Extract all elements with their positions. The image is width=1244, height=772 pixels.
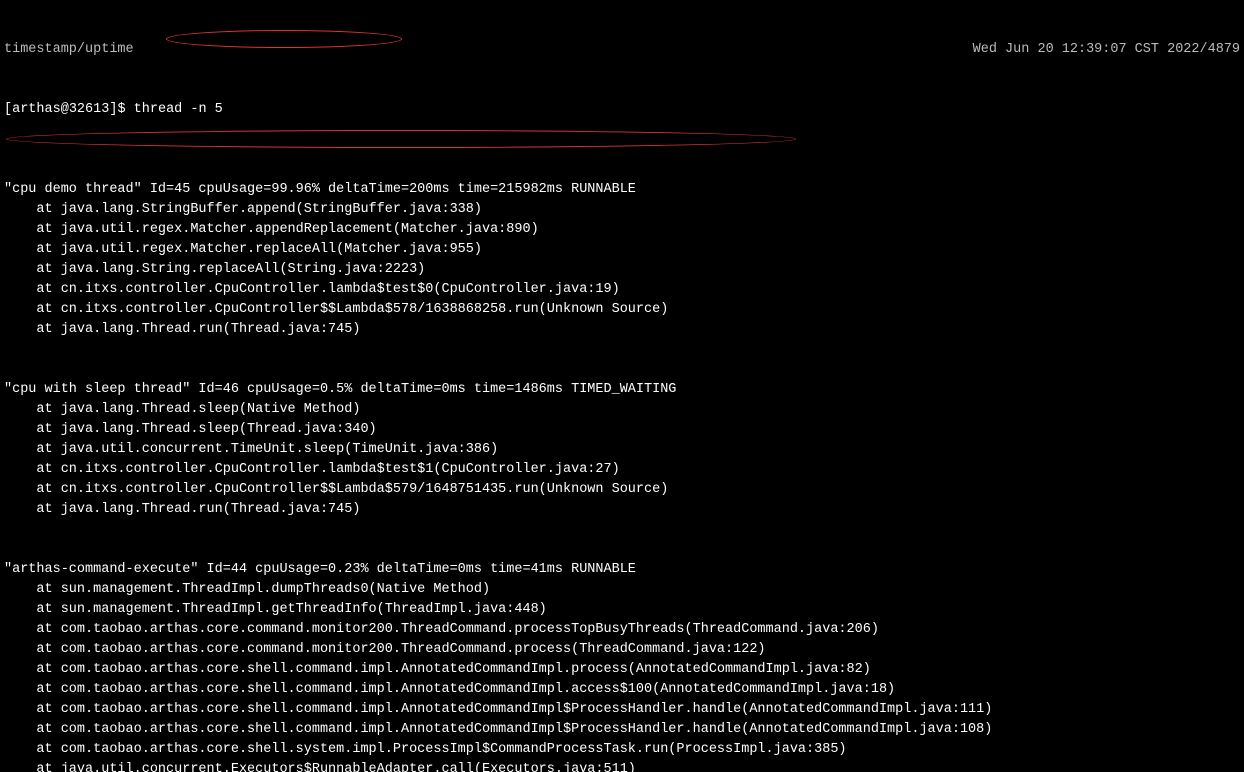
stack-frame: at com.taobao.arthas.core.shell.system.i… (4, 740, 1240, 760)
stack-frame: at java.lang.Thread.run(Thread.java:745) (4, 500, 1240, 520)
stack-frame: at java.util.concurrent.Executors$Runnab… (4, 760, 1240, 772)
stack-frame: at com.taobao.arthas.core.command.monito… (4, 640, 1240, 660)
stack-frame: at java.util.regex.Matcher.replaceAll(Ma… (4, 240, 1240, 260)
prompt-command[interactable]: thread -n 5 (134, 102, 223, 117)
stack-frame: at sun.management.ThreadImpl.dumpThreads… (4, 580, 1240, 600)
stack-frame: at java.util.concurrent.TimeUnit.sleep(T… (4, 440, 1240, 460)
stack-frame: at java.lang.String.replaceAll(String.ja… (4, 260, 1240, 280)
stack-frame: at cn.itxs.controller.CpuController.lamb… (4, 280, 1240, 300)
terminal-output[interactable]: timestamp/uptime Wed Jun 20 12:39:07 CST… (0, 0, 1244, 772)
stack-frame: at com.taobao.arthas.core.shell.command.… (4, 700, 1240, 720)
thread-header: "arthas-command-execute" Id=44 cpuUsage=… (4, 560, 1240, 580)
stack-frame: at com.taobao.arthas.core.shell.command.… (4, 680, 1240, 700)
blank-line (4, 520, 1240, 540)
stack-frame: at java.lang.Thread.sleep(Native Method) (4, 400, 1240, 420)
prompt-line[interactable]: [arthas@32613]$ thread -n 5 (4, 100, 1240, 120)
stack-frame: at com.taobao.arthas.core.command.monito… (4, 620, 1240, 640)
blank-line (4, 360, 1240, 380)
stack-frame: at cn.itxs.controller.CpuController$$Lam… (4, 300, 1240, 320)
stack-frame: at java.lang.StringBuffer.append(StringB… (4, 200, 1240, 220)
stack-frame: at cn.itxs.controller.CpuController$$Lam… (4, 480, 1240, 500)
prompt-user: arthas (12, 102, 61, 117)
topbar-left: timestamp/uptime (4, 40, 134, 60)
stack-frame: at java.util.regex.Matcher.appendReplace… (4, 220, 1240, 240)
topbar-right: Wed Jun 20 12:39:07 CST 2022/4879 (973, 40, 1240, 60)
thread-header: "cpu demo thread" Id=45 cpuUsage=99.96% … (4, 180, 1240, 200)
prompt-host: 32613 (69, 102, 110, 117)
thread-header: "cpu with sleep thread" Id=46 cpuUsage=0… (4, 380, 1240, 400)
blank-line (4, 540, 1240, 560)
stack-frame: at java.lang.Thread.run(Thread.java:745) (4, 320, 1240, 340)
top-status-bar: timestamp/uptime Wed Jun 20 12:39:07 CST… (4, 40, 1240, 60)
blank-line (4, 340, 1240, 360)
stack-frame: at sun.management.ThreadImpl.getThreadIn… (4, 600, 1240, 620)
stack-frame: at com.taobao.arthas.core.shell.command.… (4, 720, 1240, 740)
stack-frame: at cn.itxs.controller.CpuController.lamb… (4, 460, 1240, 480)
stack-frame: at com.taobao.arthas.core.shell.command.… (4, 660, 1240, 680)
stack-frame: at java.lang.Thread.sleep(Thread.java:34… (4, 420, 1240, 440)
prompt-symbol: $ (117, 102, 125, 117)
